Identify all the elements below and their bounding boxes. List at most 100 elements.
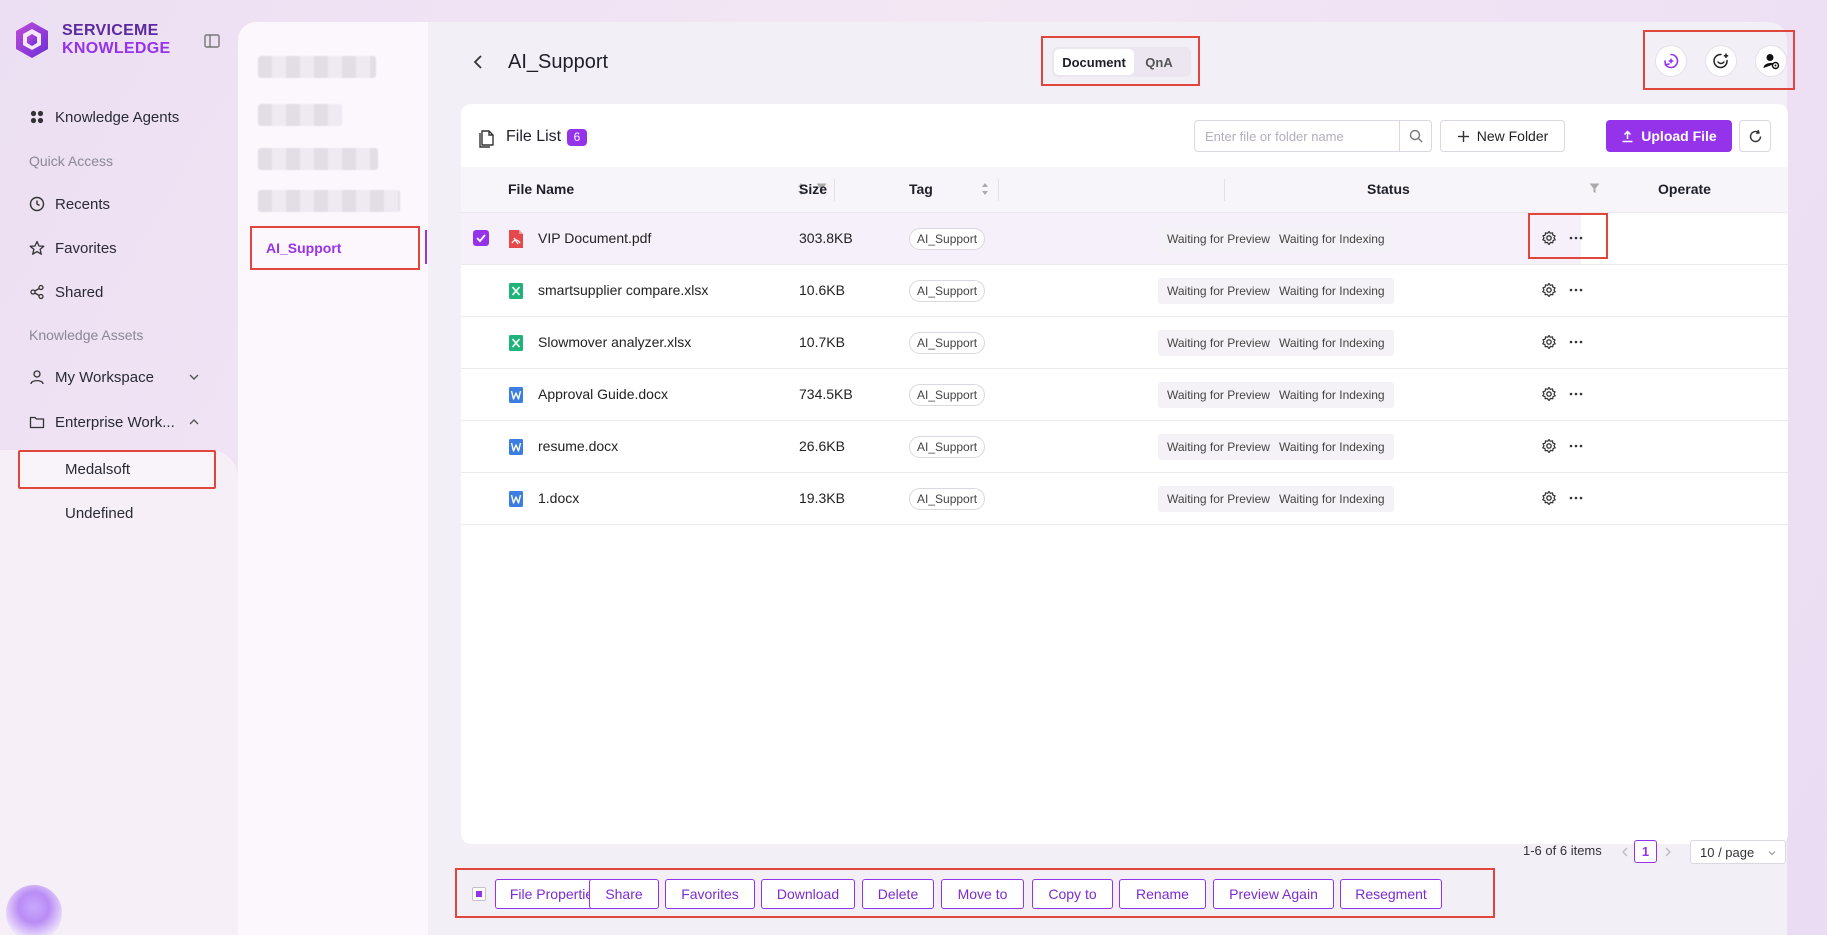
status-badge-preview: Waiting for Preview	[1158, 382, 1279, 408]
agent-add-button[interactable]	[1705, 45, 1737, 77]
table-row[interactable]: resume.docx 26.6KB AI_Support Waiting for P…	[461, 421, 1788, 473]
column-file-name[interactable]: File Name	[508, 181, 574, 197]
nav-favorites[interactable]: Favorites	[28, 235, 117, 261]
page-number[interactable]: 1	[1634, 840, 1657, 863]
gear-icon[interactable]	[1541, 282, 1557, 298]
action-favorites-button[interactable]: Favorites	[665, 879, 755, 909]
file-name[interactable]: Approval Guide.docx	[538, 386, 668, 402]
row-checkbox[interactable]	[473, 386, 489, 402]
app-logo[interactable]: SERVICEME KNOWLEDGE	[12, 20, 170, 60]
file-tag: AI_Support	[909, 384, 986, 406]
bulk-action-bar: File Properties Share Favorites Download Del…	[455, 868, 1495, 918]
view-switch-highlight: Document QnA	[1041, 36, 1200, 86]
column-size[interactable]: Size	[799, 181, 827, 197]
folder-item-active[interactable]: AI_Support	[250, 226, 420, 270]
table-row[interactable]: Slowmover analyzer.xlsx 10.7KB AI_Support W…	[461, 317, 1788, 369]
search-input[interactable]	[1195, 121, 1399, 151]
gear-icon[interactable]	[1541, 438, 1557, 454]
row-checkbox[interactable]	[473, 490, 489, 506]
row-checkbox[interactable]	[473, 282, 489, 298]
clock-icon	[28, 195, 46, 213]
more-icon[interactable]	[1568, 334, 1584, 350]
file-name[interactable]: resume.docx	[538, 438, 618, 454]
more-icon[interactable]	[1568, 490, 1584, 506]
folder-item-blurred[interactable]	[258, 56, 376, 78]
action-download-button[interactable]: Download	[761, 879, 855, 909]
nav-knowledge-agents[interactable]: Knowledge Agents	[28, 104, 179, 130]
page-size-select[interactable]: 10 / page	[1690, 840, 1786, 864]
status-badge-indexing: Waiting for Indexing	[1270, 330, 1394, 356]
gear-icon[interactable]	[1541, 490, 1557, 506]
sort-icon[interactable]	[981, 182, 989, 196]
left-navigation: SERVICEME KNOWLEDGE Knowledge Agents Qui…	[0, 0, 238, 935]
new-folder-button[interactable]: New Folder	[1440, 120, 1565, 152]
status-badge-preview: Waiting for Preview	[1158, 278, 1279, 304]
row-checkbox[interactable]	[473, 438, 489, 454]
user-settings-button[interactable]	[1755, 45, 1787, 77]
more-icon[interactable]	[1568, 386, 1584, 402]
action-copy-to-button[interactable]: Copy to	[1032, 879, 1113, 909]
assistant-orb-icon[interactable]	[6, 885, 62, 935]
action-move-to-button[interactable]: Move to	[941, 879, 1024, 909]
nav-shared[interactable]: Shared	[28, 279, 103, 305]
refresh-button[interactable]	[1739, 120, 1771, 152]
table-row[interactable]: Approval Guide.docx 734.5KB AI_Support Wait…	[461, 369, 1788, 421]
nav-sub-undefined[interactable]: Undefined	[65, 505, 133, 522]
gear-icon[interactable]	[1541, 386, 1557, 402]
table-row[interactable]: 1.docx 19.3KB AI_Support Waiting for Previe…	[461, 473, 1788, 525]
tab-qna[interactable]: QnA	[1134, 49, 1184, 75]
folder-item-blurred[interactable]	[258, 104, 342, 126]
excel-file-icon	[508, 333, 524, 353]
page-size-value: 10 / page	[1700, 844, 1755, 860]
folder-item-blurred[interactable]	[258, 190, 400, 212]
check-icon	[476, 234, 486, 243]
chevron-down-icon[interactable]	[188, 371, 200, 383]
action-preview-again-button[interactable]: Preview Again	[1213, 879, 1334, 909]
next-page-icon[interactable]	[1663, 847, 1673, 857]
file-size: 10.6KB	[799, 282, 845, 298]
nav-enterprise-workspace[interactable]: Enterprise Work...	[28, 409, 175, 435]
nav-recents[interactable]: Recents	[28, 191, 110, 217]
action-share-button[interactable]: Share	[589, 879, 659, 909]
more-icon[interactable]	[1568, 438, 1584, 454]
chevron-down-icon	[1768, 851, 1776, 856]
pagination-info: 1-6 of 6 items	[1523, 843, 1602, 858]
tab-document[interactable]: Document	[1054, 49, 1134, 75]
file-list-header: File List 6 New Folder Upload File	[461, 104, 1788, 167]
action-rename-button[interactable]: Rename	[1119, 879, 1206, 909]
row-checkbox[interactable]	[473, 230, 489, 246]
status-badge-preview: Waiting for Preview	[1158, 330, 1279, 356]
file-name[interactable]: VIP Document.pdf	[538, 230, 651, 246]
chevron-up-icon[interactable]	[188, 416, 200, 428]
more-icon[interactable]	[1568, 282, 1584, 298]
logo-text-line1: SERVICEME	[62, 22, 159, 39]
status-badge-preview: Waiting for Preview	[1158, 486, 1279, 512]
table-row[interactable]: smartsupplier compare.xlsx 10.6KB AI_Suppo…	[461, 265, 1788, 317]
prev-page-icon[interactable]	[1620, 847, 1630, 857]
nav-sub-medalsoft[interactable]: Medalsoft	[65, 461, 130, 478]
status-badge-indexing: Waiting for Indexing	[1270, 278, 1394, 304]
back-arrow-icon[interactable]	[468, 52, 488, 72]
nav-my-workspace[interactable]: My Workspace	[28, 364, 154, 390]
file-name[interactable]: 1.docx	[538, 490, 579, 506]
share-icon	[28, 283, 46, 301]
gear-icon[interactable]	[1541, 334, 1557, 350]
row-checkbox[interactable]	[473, 334, 489, 350]
logo-text-line2: KNOWLEDGE	[62, 40, 171, 57]
column-operate: Operate	[1658, 181, 1711, 197]
pdf-file-icon	[508, 229, 524, 249]
page-title: AI_Support	[508, 51, 609, 73]
file-name[interactable]: Slowmover analyzer.xlsx	[538, 334, 691, 350]
action-resegment-button[interactable]: Resegment	[1340, 879, 1442, 909]
grid-icon	[28, 108, 46, 126]
folder-item-blurred[interactable]	[258, 148, 378, 170]
nav-favorites-label: Favorites	[55, 239, 117, 257]
upload-file-button[interactable]: Upload File	[1606, 120, 1732, 152]
select-all-checkbox[interactable]	[472, 887, 486, 901]
ai-chat-button[interactable]	[1655, 45, 1687, 77]
action-delete-button[interactable]: Delete	[862, 879, 934, 909]
search-button[interactable]	[1399, 121, 1431, 151]
nav-background	[0, 450, 238, 935]
file-name[interactable]: smartsupplier compare.xlsx	[538, 282, 708, 298]
sidebar-collapse-icon[interactable]	[203, 32, 221, 50]
